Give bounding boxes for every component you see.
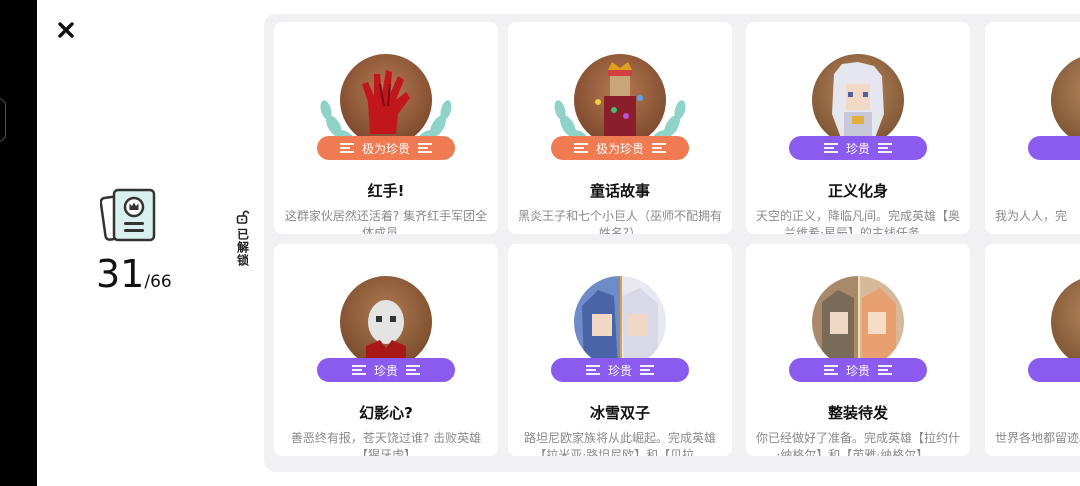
achievement-description: 黑炎王子和七个小巨人（巫师不配拥有姓名?） xyxy=(518,209,723,234)
achievement-title: 童话故事 xyxy=(589,182,650,200)
knight-girl-icon xyxy=(832,62,884,146)
rarity-badge: 极为珍贵 xyxy=(551,136,689,160)
achievement-description: 天空的正义，降临凡间。完成英雄【奥兰维希·星辰】的主线任务。 xyxy=(756,209,961,234)
rarity-badge: 珍贵 xyxy=(789,358,927,382)
achievement-card[interactable]: 珍贵 幻影心? 善恶终有报，苍天饶过谁? 击败英雄【猩牙虎】 xyxy=(274,244,498,456)
achievement-title: 传 xyxy=(985,402,1080,423)
red-hand-icon xyxy=(362,70,410,134)
skull-mask-icon xyxy=(366,300,406,368)
unlocked-count: 31 xyxy=(96,252,145,296)
achievement-description: 这群家伙居然还活着? 集齐红手军团全体成员。 xyxy=(284,209,488,234)
achievement-title: 整装待发 xyxy=(827,404,888,422)
achievement-title: 幻影心? xyxy=(359,404,413,422)
total-count: /66 xyxy=(144,272,172,292)
achievement-card[interactable]: 珍贵 正义化身 天空的正义，降临凡间。完成英雄【奥兰维希·星辰】的主线任务。 xyxy=(746,22,970,234)
achievements-grid[interactable]: 极为珍贵 红手! 这群家伙居然还活着? 集齐红手军团全体成员。 极为珍贵 童话故… xyxy=(264,14,1080,472)
side-handle xyxy=(0,98,6,142)
achievement-title: 红手! xyxy=(367,182,405,200)
rarity-badge xyxy=(1028,136,1080,160)
rarity-badge: 珍贵 xyxy=(317,358,455,382)
rarity-badge: 珍贵 xyxy=(551,358,689,382)
achievement-description: 我为人人，完 xyxy=(995,209,1068,223)
achievement-card[interactable]: 极为珍贵 红手! 这群家伙居然还活着? 集齐红手军团全体成员。 xyxy=(274,22,498,234)
unlocked-text: 已解锁 xyxy=(235,228,250,267)
achievement-description: 世界各地都留迹。完成英 xyxy=(995,431,1080,445)
ice-twins-icon xyxy=(582,276,658,368)
close-button[interactable] xyxy=(54,18,78,42)
achievement-card[interactable]: 珍贵 整装待发 你已经做好了准备。完成英雄【拉约什·纳格尔】和【芮雅·纳格尔】.… xyxy=(746,244,970,456)
achievement-description: 你已经做好了准备。完成英雄【拉约什·纳格尔】和【芮雅·纳格尔】... xyxy=(756,431,961,456)
achievement-description: 善恶终有报，苍天饶过谁? 击败英雄【猩牙虎】 xyxy=(290,431,482,456)
system-side-bar xyxy=(0,0,37,486)
achievement-title: 正义化身 xyxy=(827,182,888,200)
achievement-title: 骑 xyxy=(985,180,1080,201)
close-icon xyxy=(58,22,74,38)
rarity-badge xyxy=(1028,358,1080,382)
ready-heroes-icon xyxy=(822,276,896,368)
achievement-card[interactable]: 珍贵 冰雪双子 路坦尼欧家族将从此崛起。完成英雄【拉米亚·路坦尼欧】和【贝拉..… xyxy=(508,244,732,456)
rarity-badge: 极为珍贵 xyxy=(317,136,455,160)
legend-icon xyxy=(1051,276,1080,368)
achievement-card[interactable]: 极为珍贵 童话故事 黑炎王子和七个小巨人（巫师不配拥有姓名?） xyxy=(508,22,732,234)
achievement-description: 路坦尼欧家族将从此崛起。完成英雄【拉米亚·路坦尼欧】和【贝拉... xyxy=(523,431,716,456)
achievement-title: 冰雪双子 xyxy=(589,404,650,422)
achievement-card[interactable]: 传 世界各地都留迹。完成英 xyxy=(985,244,1080,456)
rarity-badge: 珍贵 xyxy=(789,136,927,160)
unlocked-filter-label: 已解锁 xyxy=(234,210,252,267)
unlock-counter: 31/66 xyxy=(96,254,172,294)
knight-icon xyxy=(1051,54,1080,146)
achievement-card[interactable]: 骑 我为人人，完 xyxy=(985,22,1080,234)
unlock-icon xyxy=(236,210,250,224)
achievement-card-icon xyxy=(100,188,156,242)
crowned-prince-icon xyxy=(595,62,643,136)
